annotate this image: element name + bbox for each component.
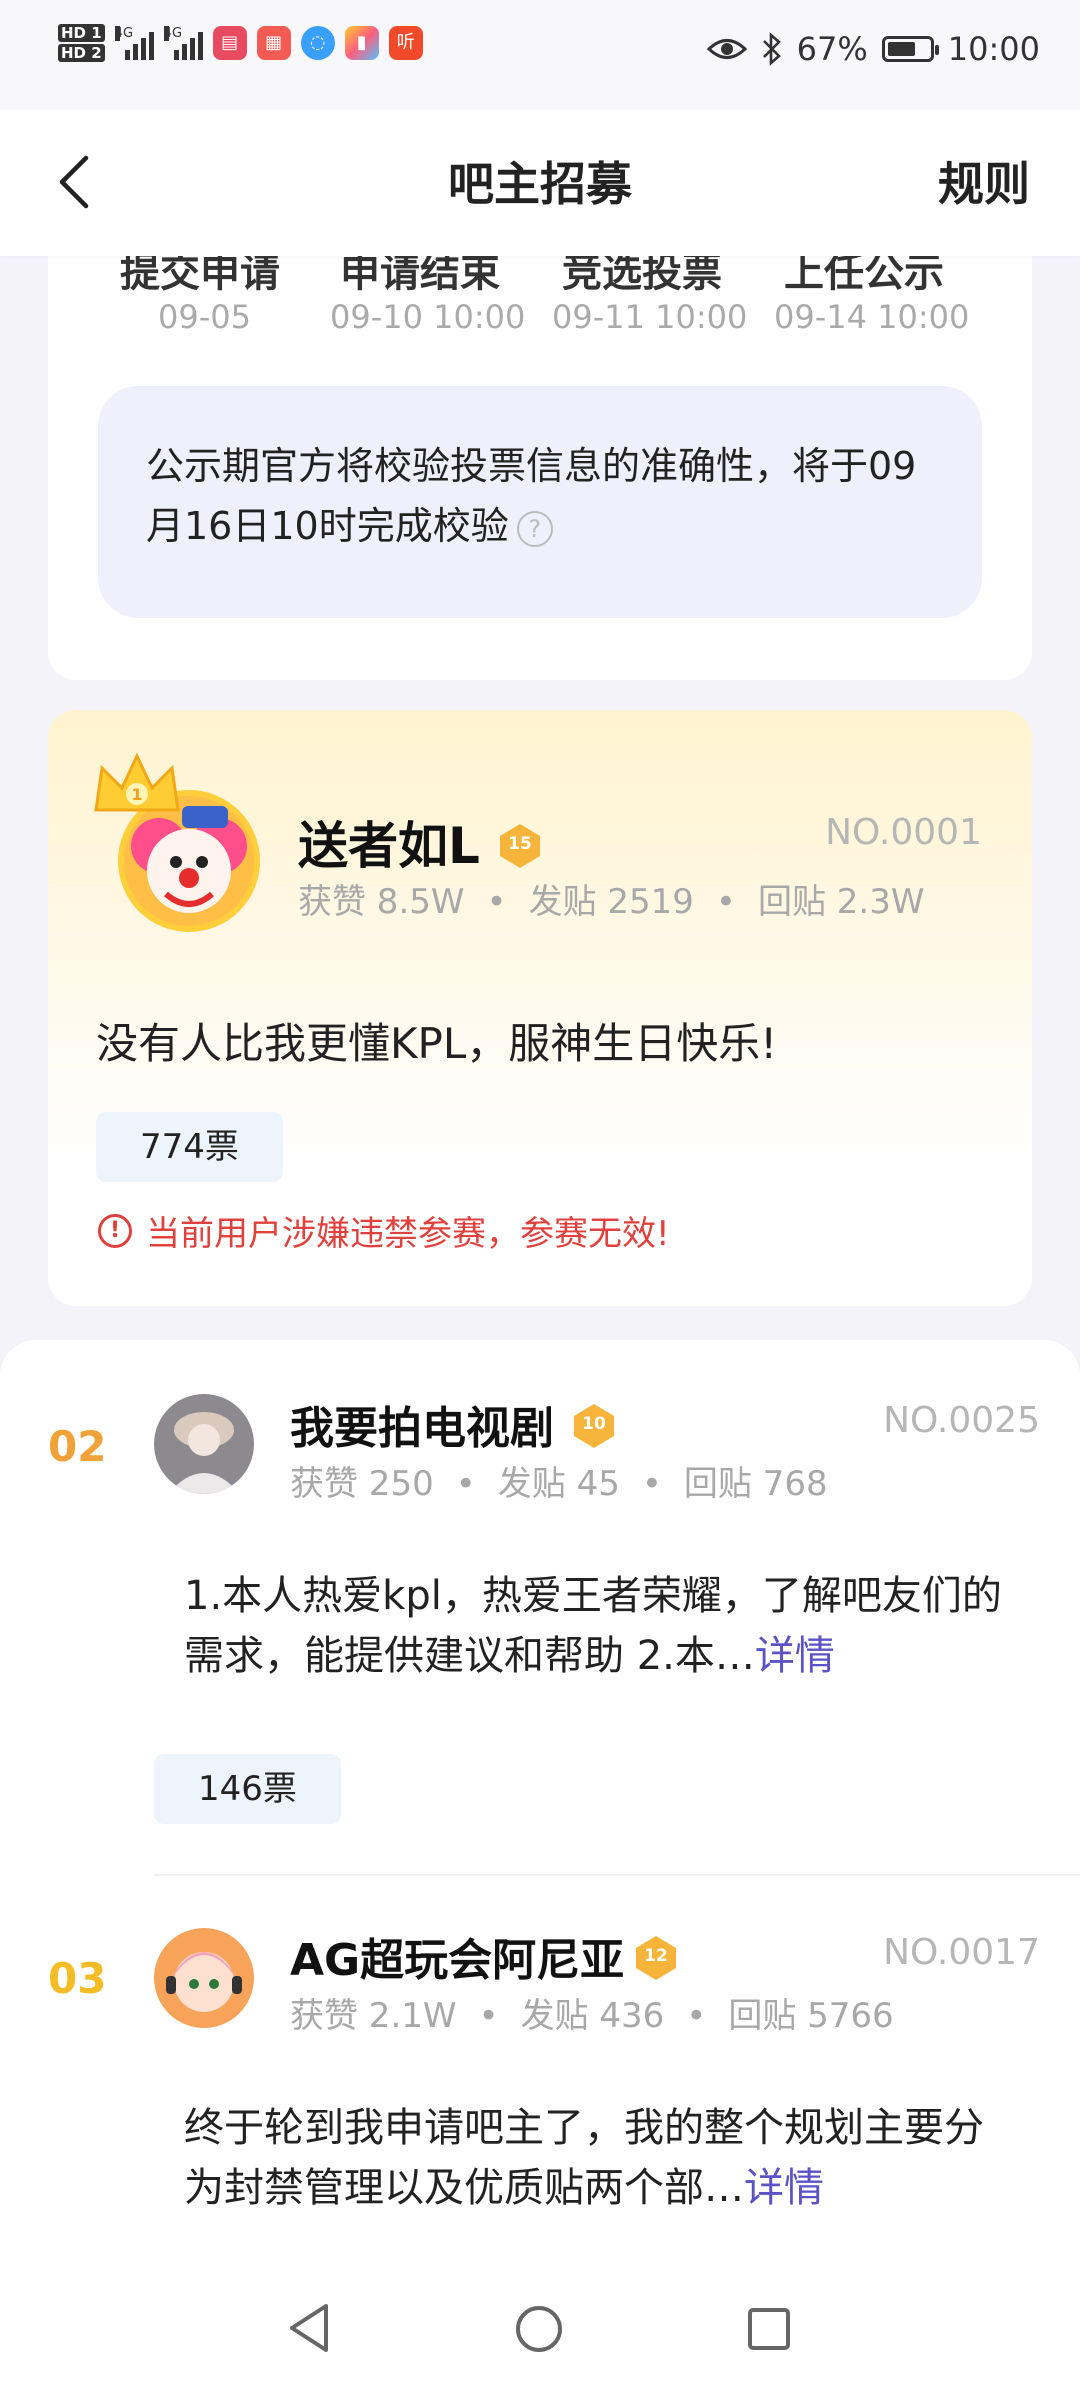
clock: 10:00 [947,30,1040,68]
hd-indicator: HD 1 HD 2 [58,22,105,64]
step-date: 09-05 [158,298,251,336]
likes-stat: 获赞 250 [290,1464,434,1504]
photo-avatar-icon [154,1394,254,1494]
warning-icon: ! [98,1213,132,1248]
back-triangle-icon[interactable] [286,2302,332,2354]
recents-square-icon[interactable] [746,2306,792,2352]
intro-text: 1.本人热爱kpl，热爱王者荣耀，了解吧友们的需求，能提供建议和帮助 2.本… [184,1573,1002,1679]
warning-text: 当前用户涉嫌违禁参赛，参赛无效! [146,1214,670,1254]
timeline-card: 提交申请 申请结束 竞选投票 上任公示 09-05 09-10 10:00 09… [48,200,1032,680]
help-icon[interactable]: ? [516,510,553,547]
step-date: 09-14 10:00 [774,298,970,336]
candidate-number: NO.0025 [883,1400,1040,1441]
vote-count: 774票 [96,1112,283,1182]
anime-avatar-icon [154,1928,254,2028]
battery-percent: 67% [796,30,868,68]
candidate-name[interactable]: 我要拍电视剧 [290,1392,554,1456]
posts-stat: 发贴 45 [497,1464,620,1504]
details-link[interactable]: 详情 [744,2165,824,2211]
network-1-label: 4G [114,26,134,41]
level-badge: 10 [570,1402,618,1450]
candidate-intro: 1.本人热爱kpl，热爱王者荣耀，了解吧友们的需求，能提供建议和帮助 2.本…详… [184,1566,1014,1686]
system-nav-bar [0,2280,1080,2388]
replies-stat: 回贴 2.3W [757,882,925,922]
flag-app-icon: ▮ [344,26,379,60]
level-number: 12 [644,1946,668,1966]
candidate-stats: 获赞 250 • 发贴 45 • 回贴 768 [290,1464,828,1504]
signal-2-icon: 4G [163,26,203,60]
candidate-number: NO.0017 [883,1932,1040,1973]
battery-fill [887,42,915,56]
signal-1-icon: 4G [114,26,154,60]
home-circle-icon[interactable] [514,2304,564,2354]
bluetooth-icon [762,32,781,66]
candidate-name[interactable]: 送者如L [298,806,480,878]
level-badge: 15 [496,822,544,870]
battery-icon [881,36,939,62]
hd2-label: HD 2 [58,44,105,62]
posts-stat: 发贴 436 [520,1996,665,2036]
candidate-stats: 获赞 2.1W • 发贴 436 • 回贴 5766 [290,1996,894,2036]
replies-stat: 回贴 768 [683,1464,828,1504]
vote-count: 146票 [154,1754,341,1824]
violation-warning: ! 当前用户涉嫌违禁参赛，参赛无效! [98,1206,670,1255]
candidate-number: NO.0001 [825,812,982,853]
top-candidate-card[interactable]: 1 送者如L 15 NO.0001 获赞 8.5W • 发贴 2519 • 回贴 2.3… [48,710,1032,1306]
divider [154,1874,1080,1876]
candidate-intro: 终于轮到我申请吧主了，我的整个规划主要分为封禁管理以及优质贴两个部…详情 [184,2098,1014,2218]
candidate-list: 02 我要拍电视剧 10 NO.0025 获赞 250 • 发贴 45 • 回贴 768… [0,1340,1080,2388]
rules-button[interactable]: 规则 [938,148,1030,214]
candidate-name[interactable]: AG超玩会阿尼亚 [290,1924,624,1988]
posts-stat: 发贴 2519 [528,882,694,922]
listen-app-icon: 听 [388,26,423,60]
level-number: 10 [582,1414,606,1434]
likes-stat: 获赞 2.1W [290,1996,457,2036]
chat-app-icon: ◌ [300,26,335,60]
hd1-label: HD 1 [58,24,105,42]
replies-stat: 回贴 5766 [728,1996,894,2036]
intro-text: 终于轮到我申请吧主了，我的整个规划主要分为封禁管理以及优质贴两个部… [184,2105,984,2211]
level-badge: 12 [632,1934,680,1982]
level-number: 15 [508,834,532,854]
likes-stat: 获赞 8.5W [298,882,465,922]
step-date: 09-10 10:00 [330,298,526,336]
page-title: 吧主招募 [448,157,632,211]
avatar[interactable] [154,1394,254,1494]
rank-number: 03 [48,1954,107,2003]
nav-bar: 吧主招募 规则 [0,110,1080,256]
verification-notice: 公示期官方将校验投票信息的准确性，将于09月16日10时完成校验? [98,386,982,618]
rank-number: 02 [48,1422,107,1471]
step-date: 09-11 10:00 [552,298,748,336]
crown-icon: 1 [94,752,180,812]
read-app-icon: ▤ [212,26,247,60]
candidate-intro: 没有人比我更懂KPL，服神生日快乐! [96,1019,778,1068]
crown-rank: 1 [131,785,142,804]
eye-icon [706,39,747,59]
network-2-label: 4G [163,26,183,41]
details-link[interactable]: 详情 [755,1633,835,1679]
grid-app-icon: ▦ [256,26,291,60]
avatar[interactable] [154,1928,254,2028]
candidate-stats: 获赞 8.5W • 发贴 2519 • 回贴 2.3W [298,882,925,922]
status-bar: HD 1 HD 2 4G 4G ▤ ▦ ◌ ▮ 听 67% 10:00 [0,0,1080,110]
